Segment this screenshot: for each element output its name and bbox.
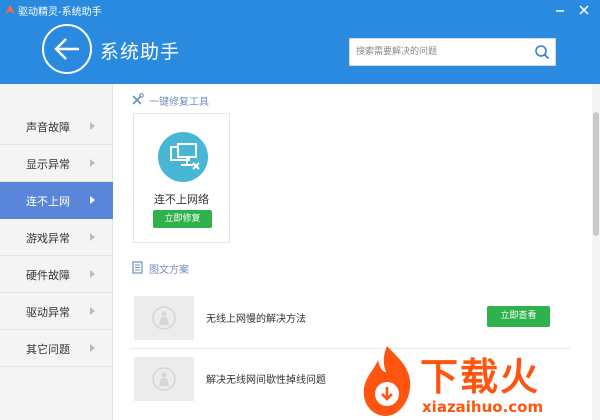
flame-logo-icon — [363, 346, 411, 416]
sidebar-item-label: 其它问题 — [26, 343, 70, 356]
chevron-right-icon — [90, 159, 95, 167]
app-title: 驱动精灵-系统助手 — [18, 7, 102, 18]
sidebar-item-network[interactable]: 连不上网 — [0, 182, 113, 219]
sidebar-item-label: 驱动异常 — [26, 306, 70, 319]
title-bar: 驱动精灵-系统助手 — [0, 0, 600, 20]
sidebar-item-hardware[interactable]: 硬件故障 — [0, 256, 113, 293]
repair-now-button[interactable]: 立即修复 — [153, 210, 212, 228]
sidebar-item-games[interactable]: 游戏异常 — [0, 219, 113, 256]
sidebar-item-label: 声音故障 — [26, 121, 70, 134]
sidebar-item-other[interactable]: 其它问题 — [0, 330, 113, 367]
placeholder-image-icon — [134, 357, 194, 401]
minimize-button[interactable] — [552, 2, 568, 18]
sidebar-item-driver[interactable]: 驱动异常 — [0, 293, 113, 330]
sidebar-item-label: 硬件故障 — [26, 269, 70, 282]
list-item[interactable]: 无线上网慢的解决方法 立即查看 — [130, 292, 586, 344]
search-input[interactable] — [350, 39, 530, 65]
search-icon[interactable] — [534, 44, 550, 60]
tools-icon — [132, 93, 144, 105]
articles-section-label: 图文方案 — [149, 265, 189, 276]
sidebar-item-label: 游戏异常 — [26, 232, 70, 245]
sidebar-item-display[interactable]: 显示异常 — [0, 145, 113, 182]
articles-section-header: 图文方案 — [131, 260, 251, 276]
chevron-right-icon — [90, 233, 95, 241]
document-icon — [132, 261, 143, 274]
back-button[interactable] — [42, 24, 92, 74]
tool-card-network[interactable]: 连不上网络 立即修复 — [133, 113, 230, 243]
tools-section-label: 一键修复工具 — [149, 97, 209, 108]
sidebar: 声音故障 显示异常 连不上网 游戏异常 硬件故障 驱动异常 其它问题 — [0, 84, 113, 420]
network-disconnected-icon — [158, 132, 208, 182]
chevron-right-icon — [90, 270, 95, 278]
placeholder-image-icon — [134, 296, 194, 340]
chevron-right-icon — [90, 344, 95, 352]
watermark-text: 下载火 — [420, 355, 541, 399]
tools-section-header: 一键修复工具 — [131, 92, 271, 108]
driver-genius-logo — [5, 5, 15, 14]
sidebar-item-label: 连不上网 — [26, 195, 70, 208]
search-box[interactable] — [349, 38, 556, 66]
watermark-logo: 下载火 xiazaihuo.com — [350, 340, 598, 420]
view-now-button[interactable]: 立即查看 — [487, 306, 550, 327]
scroll-thumb[interactable] — [593, 112, 599, 236]
article-title[interactable]: 无线上网慢的解决方法 — [206, 310, 306, 325]
chevron-right-icon — [90, 307, 95, 315]
chevron-right-icon — [90, 122, 95, 130]
article-title[interactable]: 解决无线网间歇性掉线问题 — [206, 371, 326, 386]
close-icon — [579, 5, 589, 15]
close-button[interactable] — [576, 2, 592, 18]
back-arrow-icon — [54, 38, 79, 60]
app-header: 驱动精灵-系统助手 系统助手 — [0, 0, 600, 84]
tool-name: 连不上网络 — [154, 193, 209, 206]
sidebar-item-label: 显示异常 — [26, 158, 70, 171]
sidebar-item-sound[interactable]: 声音故障 — [0, 108, 113, 145]
page-title: 系统助手 — [100, 41, 181, 63]
minimize-icon — [556, 10, 564, 12]
chevron-right-icon — [90, 196, 95, 204]
watermark-domain: xiazaihuo.com — [422, 398, 544, 416]
